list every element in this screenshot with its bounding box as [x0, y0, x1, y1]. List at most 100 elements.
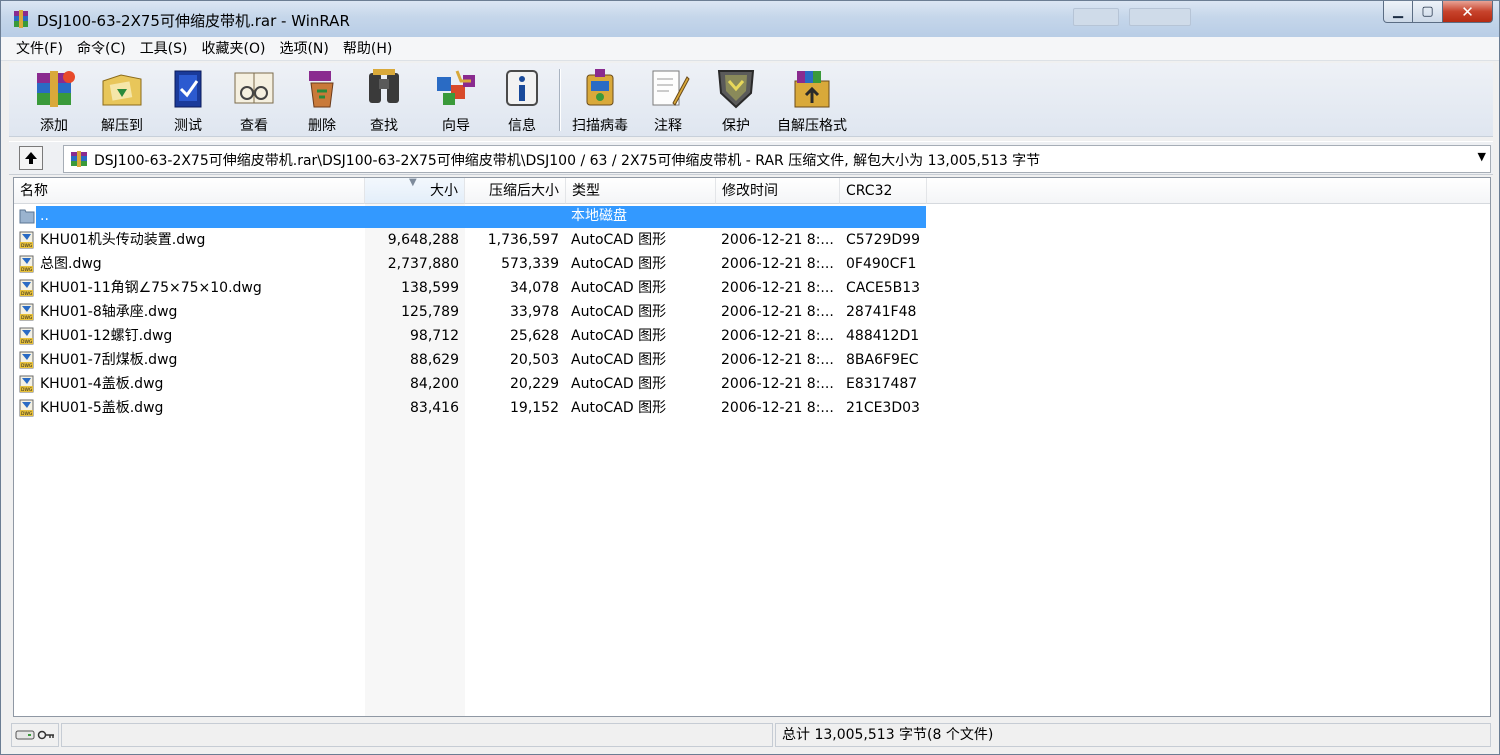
info-label: 信息	[508, 118, 536, 134]
file-modified: 2006-12-21 8:...	[721, 256, 834, 272]
sfx-label: 自解压格式	[777, 118, 847, 134]
archive-path-text: DSJ100-63-2X75可伸缩皮带机.rar\DSJ100-63-2X75可…	[94, 153, 1041, 169]
svg-text:DWG: DWG	[21, 411, 33, 417]
file-row[interactable]: DWG KHU01-5盖板.dwg 83,416 19,152 AutoCAD 图形 20…	[14, 396, 1490, 420]
comment-button[interactable]: 注释	[637, 63, 699, 135]
close-button[interactable]: ✕	[1443, 1, 1493, 23]
view-button[interactable]: 查看	[223, 63, 285, 135]
file-type: AutoCAD 图形	[571, 280, 667, 296]
file-size: 138,599	[401, 280, 459, 296]
file-crc: 488412D1	[846, 328, 920, 344]
column-header-size-label: 大小	[430, 183, 458, 199]
winrar-window: DSJ100-63-2X75可伸缩皮带机.rar - WinRAR ▁ ▢ ✕ …	[0, 0, 1500, 755]
file-row[interactable]: DWG 总图.dwg 2,737,880 573,339 AutoCAD 图形 2006-…	[14, 252, 1490, 276]
drive-icon	[15, 730, 35, 740]
file-modified: 2006-12-21 8:...	[721, 304, 834, 320]
file-size: 98,712	[410, 328, 459, 344]
menu-options[interactable]: 选项(N)	[272, 39, 335, 59]
file-rows: .. 本地磁盘 DWG KHU01机头传动装置.dwg 9,648,288 1,736…	[14, 204, 1490, 420]
title-bar[interactable]: DSJ100-63-2X75可伸缩皮带机.rar - WinRAR ▁ ▢ ✕	[1, 1, 1499, 37]
status-selection-info	[61, 723, 773, 747]
file-crc: 0F490CF1	[846, 256, 917, 272]
add-archive-icon	[37, 71, 75, 107]
wizard-button[interactable]: 向导	[425, 63, 487, 135]
column-header-name[interactable]: 名称	[14, 178, 365, 204]
extract-to-icon	[102, 74, 142, 106]
find-label: 查找	[370, 118, 398, 134]
column-header-type[interactable]: 类型	[566, 178, 716, 204]
file-crc: 21CE3D03	[846, 400, 920, 416]
virus-scan-button[interactable]: 扫描病毒	[569, 63, 631, 135]
up-arrow-icon	[25, 152, 37, 164]
archive-path-combobox[interactable]: DSJ100-63-2X75可伸缩皮带机.rar\DSJ100-63-2X75可…	[63, 145, 1491, 173]
selection-highlight	[36, 206, 926, 228]
protect-button[interactable]: 保护	[705, 63, 767, 135]
menu-tools[interactable]: 工具(S)	[133, 39, 195, 59]
file-modified: 2006-12-21 8:...	[721, 280, 834, 296]
file-size: 9,648,288	[387, 232, 459, 248]
extract-to-button[interactable]: 解压到	[91, 63, 153, 135]
wizard-icon	[437, 70, 475, 105]
status-summary: 总计 13,005,513 字节(8 个文件)	[775, 723, 1491, 747]
info-icon	[506, 70, 538, 106]
caption-buttons: ▁ ▢ ✕	[1383, 1, 1493, 23]
find-button[interactable]: 查找	[353, 63, 415, 135]
chevron-down-icon[interactable]: ▼	[1478, 150, 1486, 163]
file-crc: CACE5B13	[846, 280, 921, 296]
file-packed-size: 20,229	[510, 376, 559, 392]
dwg-file-icon: DWG	[19, 399, 34, 417]
file-modified: 2006-12-21 8:...	[721, 352, 834, 368]
minimize-button[interactable]: ▁	[1383, 1, 1413, 23]
file-crc: E8317487	[846, 376, 918, 392]
column-header-crc[interactable]: CRC32	[840, 178, 927, 204]
file-crc: 8BA6F9EC	[846, 352, 919, 368]
view-icon	[234, 72, 274, 104]
svg-text:DWG: DWG	[21, 339, 33, 345]
file-row[interactable]: DWG KHU01-7刮煤板.dwg 88,629 20,503 AutoCAD 图形 2…	[14, 348, 1490, 372]
file-packed-size: 34,078	[510, 280, 559, 296]
file-modified: 2006-12-21 8:...	[721, 376, 834, 392]
file-size: 84,200	[410, 376, 459, 392]
svg-text:DWG: DWG	[21, 387, 33, 393]
dwg-file-icon: DWG	[19, 255, 34, 273]
column-header-packed[interactable]: 压缩后大小	[465, 178, 566, 204]
sfx-button[interactable]: 自解压格式	[777, 63, 847, 135]
file-row[interactable]: DWG KHU01-8轴承座.dwg 125,789 33,978 AutoCAD 图形…	[14, 300, 1490, 324]
file-crc: 28741F48	[846, 304, 917, 320]
menu-bar: 文件(F) 命令(C) 工具(S) 收藏夹(O) 选项(N) 帮助(H)	[1, 37, 1499, 61]
file-name: KHU01-7刮煤板.dwg	[40, 352, 178, 368]
file-packed-size: 1,736,597	[487, 232, 559, 248]
menu-command[interactable]: 命令(C)	[70, 39, 133, 59]
toolbar: 添加 解压到 测试 查看 删除 查找 向导 信息 扫描病毒 注释 保护 自解压格…	[9, 63, 1493, 137]
protect-label: 保护	[722, 118, 750, 134]
file-packed-size: 20,503	[510, 352, 559, 368]
info-button[interactable]: 信息	[491, 63, 553, 135]
minimize-icon: ▁	[1393, 4, 1403, 19]
parent-folder-row[interactable]: .. 本地磁盘	[14, 204, 1490, 228]
file-modified: 2006-12-21 8:...	[721, 232, 834, 248]
file-list[interactable]: 名称 ▼ 大小 压缩后大小 类型 修改时间 CRC32 .. 本地磁盘 DWG K…	[13, 177, 1491, 717]
file-type: AutoCAD 图形	[571, 232, 667, 248]
menu-file[interactable]: 文件(F)	[9, 39, 70, 59]
column-header-modified[interactable]: 修改时间	[716, 178, 840, 204]
file-row[interactable]: DWG KHU01-4盖板.dwg 84,200 20,229 AutoCAD 图形 20…	[14, 372, 1490, 396]
file-modified: 2006-12-21 8:...	[721, 328, 834, 344]
up-folder-button[interactable]	[19, 146, 43, 170]
file-name: KHU01-5盖板.dwg	[40, 400, 164, 416]
add-button[interactable]: 添加	[23, 63, 85, 135]
key-icon	[37, 730, 54, 740]
status-icons	[11, 723, 59, 747]
menu-help[interactable]: 帮助(H)	[336, 39, 399, 59]
dwg-file-icon: DWG	[19, 231, 34, 249]
menu-favorites[interactable]: 收藏夹(O)	[195, 39, 273, 59]
parent-folder-type: 本地磁盘	[571, 208, 627, 224]
file-row[interactable]: DWG KHU01-12螺钉.dwg 98,712 25,628 AutoCAD 图形 2…	[14, 324, 1490, 348]
file-packed-size: 25,628	[510, 328, 559, 344]
protect-shield-icon	[717, 70, 755, 109]
column-header-size[interactable]: ▼ 大小	[365, 178, 465, 204]
maximize-button[interactable]: ▢	[1413, 1, 1443, 23]
test-button[interactable]: 测试	[157, 63, 219, 135]
file-row[interactable]: DWG KHU01-11角钢∠75×75×10.dwg 138,599 34,078 A…	[14, 276, 1490, 300]
file-name: KHU01-8轴承座.dwg	[40, 304, 178, 320]
file-row[interactable]: DWG KHU01机头传动装置.dwg 9,648,288 1,736,597 Auto…	[14, 228, 1490, 252]
